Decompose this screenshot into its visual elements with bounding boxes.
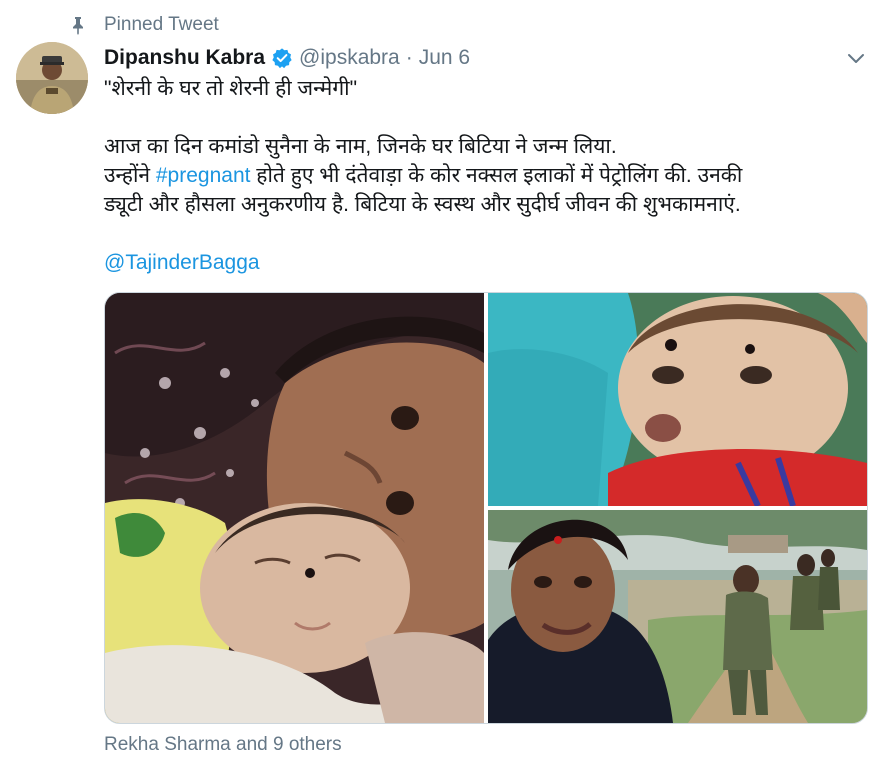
tweet-text-line: आज का दिन कमांडो सुनैना के नाम, जिनके घर… bbox=[104, 135, 617, 158]
photo-mother-and-baby[interactable] bbox=[105, 293, 484, 723]
liked-by-summary[interactable]: Rekha Sharma and 9 others bbox=[104, 734, 342, 756]
tweet-text-fragment: उन्होंने bbox=[104, 164, 156, 187]
header-separator: · bbox=[405, 46, 413, 69]
pin-icon bbox=[73, 17, 83, 35]
media-grid bbox=[104, 292, 868, 724]
hashtag-link[interactable]: #pregnant bbox=[156, 164, 251, 187]
tweet-header: Dipanshu Kabra @ipskabra · Jun 6 bbox=[104, 44, 470, 72]
tweet-text: "शेरनी के घर तो शेरनी ही जन्मेगी" आज का … bbox=[104, 74, 864, 277]
author-name[interactable]: Dipanshu Kabra bbox=[104, 46, 265, 70]
pinned-label: Pinned Tweet bbox=[104, 14, 219, 35]
verified-badge-icon bbox=[272, 48, 292, 69]
author-handle[interactable]: @ipskabra bbox=[299, 46, 400, 70]
avatar[interactable] bbox=[16, 42, 88, 114]
avatar-image bbox=[16, 42, 88, 114]
tweet-text-line: ड्यूटी और हौसला अनुकरणीय है. बिटिया के स… bbox=[104, 193, 741, 216]
tweet-text-line: उन्होंने #pregnant होते हुए भी दंतेवाड़ा… bbox=[104, 161, 864, 190]
tweet-text-fragment: होते हुए भी दंतेवाड़ा के कोर नक्सल इलाको… bbox=[250, 164, 743, 187]
photo-commandos-patrol[interactable] bbox=[488, 510, 867, 723]
tweet-date[interactable]: Jun 6 bbox=[419, 46, 470, 70]
mention-link[interactable]: @TajinderBagga bbox=[104, 248, 864, 277]
pinned-tweet-indicator: Pinned Tweet bbox=[68, 12, 219, 38]
tweet-text-line: "शेरनी के घर तो शेरनी ही जन्मेगी" bbox=[104, 77, 358, 100]
chevron-down-icon[interactable] bbox=[843, 45, 869, 71]
photo-baby-closeup[interactable] bbox=[488, 293, 867, 506]
